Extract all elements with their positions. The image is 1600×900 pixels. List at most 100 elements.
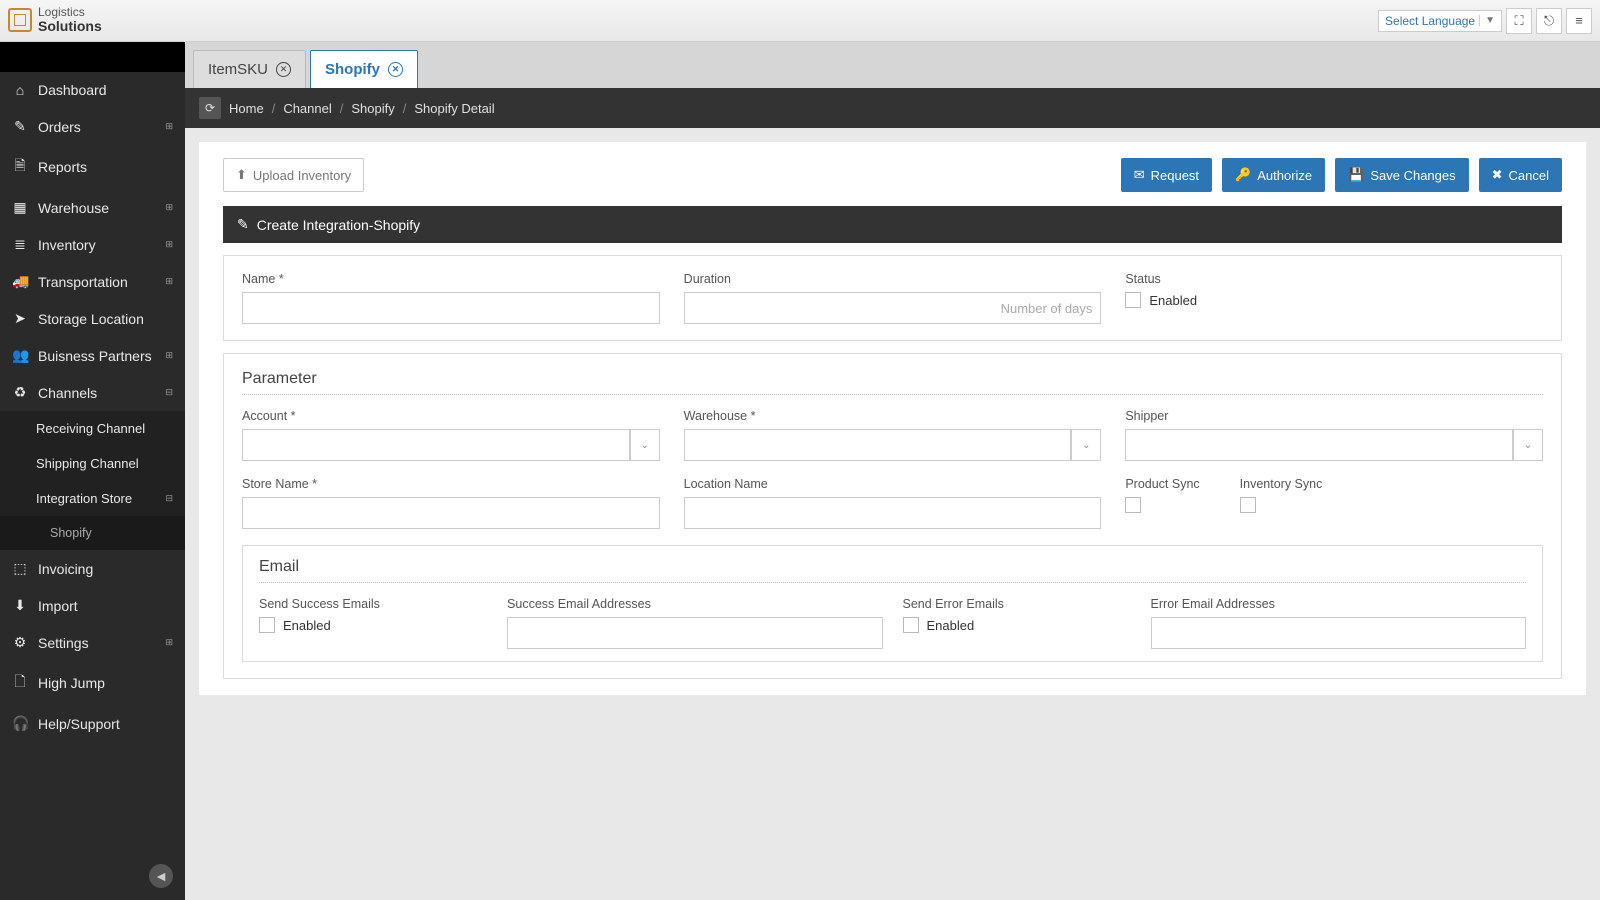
request-button[interactable]: ✉ Request xyxy=(1121,158,1212,192)
tab-shopify[interactable]: Shopify ✕ xyxy=(310,50,418,88)
menu-icon: ≡ xyxy=(1575,13,1583,28)
sidebar-item-dashboard[interactable]: ⌂ Dashboard xyxy=(0,72,185,108)
expand-icon: ⊞ xyxy=(165,239,173,250)
breadcrumb-home[interactable]: Home xyxy=(229,101,264,116)
save-icon: 💾 xyxy=(1348,167,1364,183)
tabs-bar: ItemSKU ✕ Shopify ✕ xyxy=(185,42,1600,88)
logo[interactable]: Logistics Solutions xyxy=(8,6,102,35)
language-select[interactable]: Select Language ▼ xyxy=(1378,10,1502,32)
status-enabled-checkbox[interactable] xyxy=(1125,292,1141,308)
doc-icon: 🗋 xyxy=(12,671,28,695)
content-card: ⬆ Upload Inventory ✉ Request 🔑 Authorize… xyxy=(199,142,1586,695)
headphones-icon: 🎧 xyxy=(12,715,28,732)
edit-icon: ✎ xyxy=(12,118,28,135)
sidebar-item-shopify[interactable]: Shopify xyxy=(0,516,185,550)
chevron-down-icon: ⌄ xyxy=(1082,440,1090,451)
chevron-down-icon: ▼ xyxy=(1479,15,1495,26)
top-header: Logistics Solutions Select Language ▼ ⛶ … xyxy=(0,0,1600,42)
shipper-input[interactable] xyxy=(1125,429,1513,461)
name-input[interactable] xyxy=(242,292,660,324)
sidebar-item-settings[interactable]: ⚙ Settings ⊞ xyxy=(0,624,185,661)
signout-icon: ⎋ xyxy=(1544,13,1554,29)
sidebar-item-help[interactable]: 🎧 Help/Support xyxy=(0,705,185,742)
success-addr-input[interactable] xyxy=(507,617,882,649)
name-label: Name * xyxy=(242,272,660,286)
sidebar-item-transportation[interactable]: 🚚 Transportation ⊞ xyxy=(0,263,185,300)
money-icon: ⬚ xyxy=(12,560,28,577)
location-input[interactable] xyxy=(684,497,1102,529)
truck-icon: 🚚 xyxy=(12,273,28,290)
sidebar-item-import[interactable]: ⬇ Import xyxy=(0,587,185,624)
collapse-icon: ⊟ xyxy=(165,387,173,398)
send-error-label: Send Error Emails xyxy=(903,597,1131,611)
sidebar-item-channels[interactable]: ♻ Channels ⊟ xyxy=(0,374,185,411)
warehouse-input[interactable] xyxy=(684,429,1072,461)
expand-icon: ⛶ xyxy=(1514,13,1523,29)
send-error-checkbox[interactable] xyxy=(903,617,919,633)
sidebar-item-warehouse[interactable]: ▦ Warehouse ⊞ xyxy=(0,189,185,226)
account-label: Account * xyxy=(242,409,660,423)
download-icon: ⬇ xyxy=(12,597,28,614)
shipper-label: Shipper xyxy=(1125,409,1543,423)
save-button[interactable]: 💾 Save Changes xyxy=(1335,158,1468,192)
shipper-dropdown-toggle[interactable]: ⌄ xyxy=(1513,429,1543,461)
sidebar-item-invoicing[interactable]: ⬚ Invoicing xyxy=(0,550,185,587)
mail-icon: ✉ xyxy=(1134,167,1145,183)
expand-icon: ⊞ xyxy=(165,202,173,213)
logout-button[interactable]: ⎋ xyxy=(1536,8,1562,34)
logo-box-icon xyxy=(8,8,32,32)
parameter-title: Parameter xyxy=(242,370,1543,388)
recycle-icon: ♻ xyxy=(12,384,28,401)
chevron-left-icon: ◄ xyxy=(154,868,168,884)
fullscreen-button[interactable]: ⛶ xyxy=(1506,8,1532,34)
sidebar: ⌂ Dashboard ✎ Orders ⊞ 🗎 Reports ▦ Wareh… xyxy=(0,42,185,900)
sidebar-item-partners[interactable]: 👥 Buisness Partners ⊞ xyxy=(0,337,185,374)
sidebar-item-receiving-channel[interactable]: Receiving Channel xyxy=(0,411,185,446)
breadcrumb-channel[interactable]: Channel xyxy=(283,101,331,116)
authorize-button[interactable]: 🔑 Authorize xyxy=(1222,158,1325,192)
product-sync-checkbox[interactable] xyxy=(1125,497,1141,513)
location-icon: ➤ xyxy=(12,310,28,327)
sidebar-item-highjump[interactable]: 🗋 High Jump xyxy=(0,661,185,705)
sidebar-item-integration-store[interactable]: Integration Store ⊟ xyxy=(0,481,185,516)
collapse-icon: ⊟ xyxy=(165,493,173,504)
close-icon[interactable]: ✕ xyxy=(388,62,403,77)
tab-itemsku[interactable]: ItemSKU ✕ xyxy=(193,50,306,88)
sidebar-collapse-button[interactable]: ◄ xyxy=(149,864,173,888)
duration-input[interactable] xyxy=(684,292,1102,324)
breadcrumb-shopify[interactable]: Shopify xyxy=(351,101,394,116)
sitemap-icon: ▦ xyxy=(12,199,28,216)
cancel-icon: ✖ xyxy=(1492,167,1503,183)
send-success-label: Send Success Emails xyxy=(259,597,487,611)
refresh-button[interactable]: ⟳ xyxy=(199,97,221,119)
menu-button[interactable]: ≡ xyxy=(1566,8,1592,34)
sidebar-item-inventory[interactable]: ≣ Inventory ⊞ xyxy=(0,226,185,263)
store-label: Store Name * xyxy=(242,477,660,491)
expand-icon: ⊞ xyxy=(165,350,173,361)
users-icon: 👥 xyxy=(12,347,28,364)
sidebar-item-storage[interactable]: ➤ Storage Location xyxy=(0,300,185,337)
chevron-down-icon: ⌄ xyxy=(1524,440,1532,451)
panel-header: ✎ Create Integration-Shopify xyxy=(223,206,1562,243)
warehouse-dropdown-toggle[interactable]: ⌄ xyxy=(1071,429,1101,461)
success-addr-label: Success Email Addresses xyxy=(507,597,882,611)
gears-icon: ⚙ xyxy=(12,634,28,651)
sidebar-item-reports[interactable]: 🗎 Reports xyxy=(0,145,185,189)
app-name-2: Solutions xyxy=(38,19,102,34)
home-icon: ⌂ xyxy=(12,82,28,98)
warehouse-label: Warehouse * xyxy=(684,409,1102,423)
sidebar-item-shipping-channel[interactable]: Shipping Channel xyxy=(0,446,185,481)
cancel-button[interactable]: ✖ Cancel xyxy=(1479,158,1562,192)
error-addr-input[interactable] xyxy=(1151,617,1526,649)
expand-icon: ⊞ xyxy=(165,637,173,648)
send-success-checkbox[interactable] xyxy=(259,617,275,633)
account-dropdown-toggle[interactable]: ⌄ xyxy=(630,429,660,461)
inventory-sync-checkbox[interactable] xyxy=(1240,497,1256,513)
location-label: Location Name xyxy=(684,477,1102,491)
close-icon[interactable]: ✕ xyxy=(276,62,291,77)
upload-inventory-button[interactable]: ⬆ Upload Inventory xyxy=(223,158,364,192)
expand-icon: ⊞ xyxy=(165,276,173,287)
sidebar-item-orders[interactable]: ✎ Orders ⊞ xyxy=(0,108,185,145)
account-input[interactable] xyxy=(242,429,630,461)
store-input[interactable] xyxy=(242,497,660,529)
